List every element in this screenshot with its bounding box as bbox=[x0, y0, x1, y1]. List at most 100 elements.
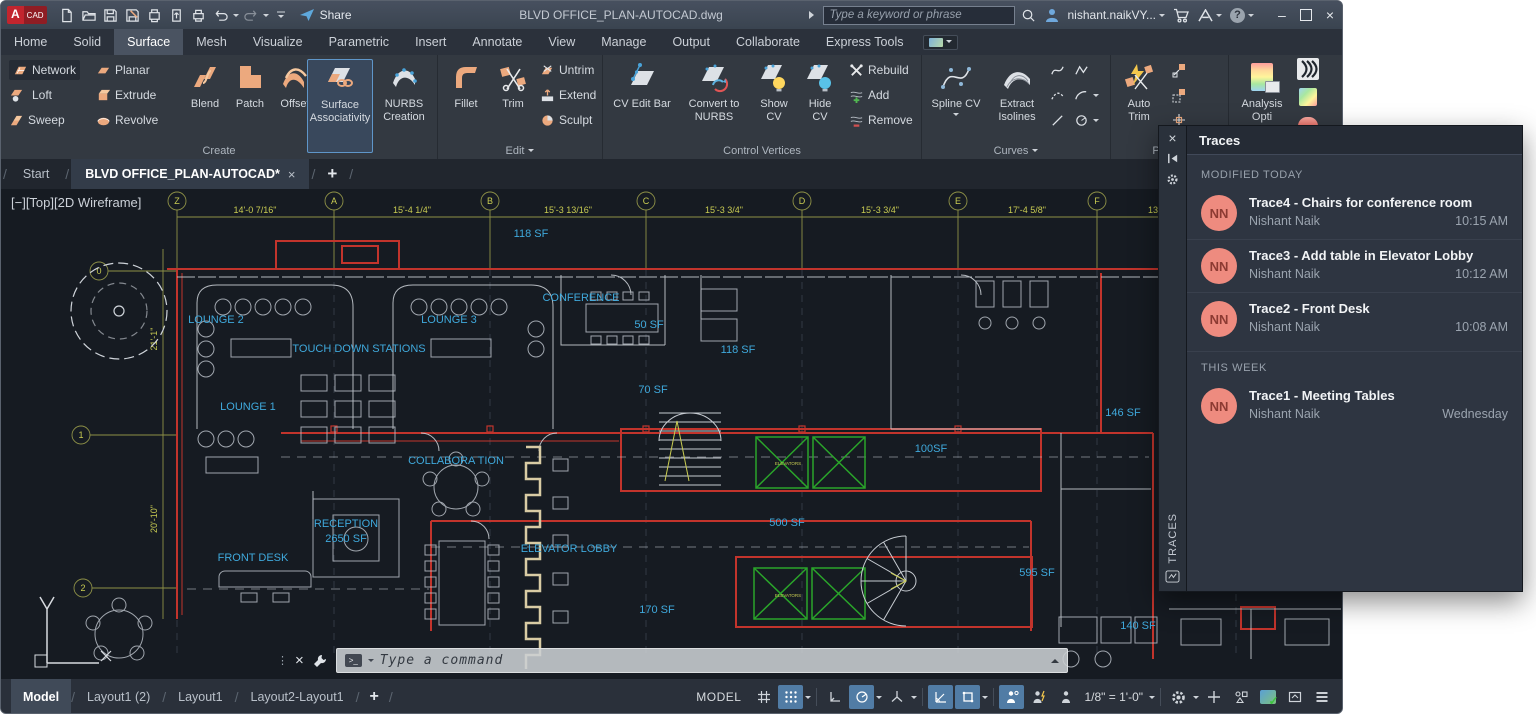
maximize-button[interactable] bbox=[1300, 9, 1312, 21]
autodesk-menu[interactable] bbox=[1198, 9, 1222, 22]
clean-screen-button[interactable] bbox=[1282, 685, 1307, 709]
show-cv-button[interactable]: Show CV bbox=[753, 59, 795, 124]
add-cv-button[interactable]: Add bbox=[849, 85, 889, 105]
polar-dropdown-arrow[interactable] bbox=[876, 696, 882, 702]
analysis-options-button[interactable]: Analysis Opti bbox=[1235, 59, 1289, 124]
tab-solid[interactable]: Solid bbox=[60, 29, 114, 55]
annotation-visibility-toggle[interactable] bbox=[999, 685, 1024, 709]
sweep-button[interactable]: Sweep bbox=[9, 110, 65, 130]
drawing-area[interactable]: [−][Top][2D Wireframe] Z A B bbox=[1, 189, 1343, 679]
search-input[interactable] bbox=[823, 6, 1015, 25]
tab-express-tools[interactable]: Express Tools bbox=[813, 29, 917, 55]
tab-manage[interactable]: Manage bbox=[588, 29, 659, 55]
qat-customize-button[interactable] bbox=[271, 5, 291, 25]
model-space-toggle[interactable]: MODEL bbox=[688, 690, 749, 704]
trace-item[interactable]: NN Trace1 - Meeting Tables Nishant Naik … bbox=[1187, 380, 1522, 432]
redo-button[interactable] bbox=[241, 5, 261, 25]
rebuild-button[interactable]: Rebuild bbox=[849, 60, 909, 80]
planar-button[interactable]: Planar bbox=[96, 60, 150, 80]
tab-surface[interactable]: Surface bbox=[114, 29, 183, 55]
isometric-dropdown-arrow[interactable] bbox=[911, 696, 917, 702]
new-file-button[interactable] bbox=[57, 5, 77, 25]
ortho-toggle[interactable] bbox=[822, 685, 847, 709]
share-button[interactable]: Share bbox=[299, 8, 352, 22]
app-store-cart-icon[interactable] bbox=[1173, 8, 1190, 23]
palette-properties-icon[interactable] bbox=[1166, 173, 1179, 186]
file-tab-drawing[interactable]: BLVD OFFICE_PLAN-AUTOCAD* × bbox=[71, 159, 309, 189]
curve-dotted-button[interactable] bbox=[1050, 85, 1065, 105]
spline-freehand-button[interactable] bbox=[1074, 60, 1089, 80]
extend-button[interactable]: Extend bbox=[540, 85, 596, 105]
annotation-scale-value[interactable]: 1/8" = 1'-0" bbox=[1080, 690, 1147, 704]
circle-flyout-button[interactable] bbox=[1074, 110, 1099, 130]
new-drawing-tab-button[interactable]: + bbox=[317, 164, 347, 184]
arc-flyout-button[interactable] bbox=[1074, 85, 1099, 105]
snap-mode-toggle[interactable] bbox=[778, 685, 803, 709]
tab-mesh[interactable]: Mesh bbox=[183, 29, 240, 55]
workspace-gear-button[interactable] bbox=[1166, 685, 1191, 709]
object-snap-tracking-toggle[interactable] bbox=[928, 685, 953, 709]
isolate-objects-button[interactable] bbox=[1228, 685, 1253, 709]
search-icon[interactable] bbox=[1021, 8, 1036, 23]
command-close-icon[interactable]: × bbox=[295, 652, 304, 669]
project-to-view-button[interactable] bbox=[1171, 85, 1187, 105]
tab-output[interactable]: Output bbox=[659, 29, 723, 55]
close-button[interactable]: × bbox=[1326, 10, 1334, 20]
tab-view[interactable]: View bbox=[535, 29, 588, 55]
panel-curves-footer[interactable]: Curves bbox=[922, 145, 1110, 157]
remove-cv-button[interactable]: Remove bbox=[849, 110, 913, 130]
hide-cv-button[interactable]: Hide CV bbox=[799, 59, 841, 124]
workspace-dropdown-arrow[interactable] bbox=[1193, 696, 1199, 702]
new-layout-button[interactable]: + bbox=[360, 688, 389, 706]
annotation-scale-icon[interactable] bbox=[1053, 685, 1078, 709]
patch-button[interactable]: Patch bbox=[229, 59, 271, 111]
convert-to-nurbs-button[interactable]: Convert to NURBS bbox=[679, 59, 749, 124]
recent-commands-arrow[interactable] bbox=[368, 659, 374, 665]
spline-cv-button[interactable]: Spline CV bbox=[928, 59, 984, 119]
palette-close-icon[interactable]: × bbox=[1168, 130, 1176, 146]
file-tab-start[interactable]: Start bbox=[9, 159, 63, 189]
tab-home[interactable]: Home bbox=[1, 29, 60, 55]
panel-edit-footer[interactable]: Edit bbox=[438, 145, 602, 157]
command-input[interactable]: >_ Type a command bbox=[336, 648, 1068, 673]
palette-autohide-icon[interactable] bbox=[1166, 152, 1179, 165]
help-menu[interactable]: ? bbox=[1230, 8, 1254, 23]
command-grip-icon[interactable]: ⋮ bbox=[277, 654, 289, 667]
crosshair-button[interactable] bbox=[1201, 685, 1226, 709]
plot-button[interactable] bbox=[145, 5, 165, 25]
save-button[interactable] bbox=[101, 5, 121, 25]
extract-isolines-button[interactable]: Extract Isolines bbox=[988, 59, 1046, 124]
palette-display-icon[interactable] bbox=[1165, 570, 1180, 583]
signed-in-user[interactable]: nishant.naikVY... bbox=[1068, 8, 1166, 22]
layout-tab-1[interactable]: Layout1 bbox=[166, 679, 234, 714]
sculpt-button[interactable]: Sculpt bbox=[540, 110, 592, 130]
save-as-button[interactable] bbox=[123, 5, 143, 25]
grid-display-toggle[interactable] bbox=[751, 685, 776, 709]
tab-annotate[interactable]: Annotate bbox=[459, 29, 535, 55]
undo-button[interactable] bbox=[211, 5, 231, 25]
autocad-app-icon[interactable]: A CAD bbox=[7, 6, 47, 24]
open-file-button[interactable] bbox=[79, 5, 99, 25]
publish-button[interactable] bbox=[167, 5, 187, 25]
project-to-ucs-button[interactable] bbox=[1171, 60, 1187, 80]
line-button[interactable] bbox=[1050, 110, 1065, 130]
panel-create-footer[interactable]: Create bbox=[1, 145, 437, 157]
annotation-autoscale-toggle[interactable] bbox=[1026, 685, 1051, 709]
loft-button[interactable]: Loft bbox=[9, 85, 52, 105]
trace-item[interactable]: NN Trace2 - Front Desk Nishant Naik 10:0… bbox=[1187, 292, 1522, 345]
polar-tracking-toggle[interactable] bbox=[849, 685, 874, 709]
zebra-analysis-button[interactable] bbox=[1297, 59, 1319, 79]
isometric-drafting-toggle[interactable] bbox=[884, 685, 909, 709]
ribbon-display-toggle[interactable] bbox=[923, 35, 958, 50]
extrude-button[interactable]: Extrude bbox=[96, 85, 156, 105]
curvature-analysis-button[interactable] bbox=[1299, 87, 1317, 107]
layout-tab-1-2[interactable]: Layout1 (2) bbox=[75, 679, 162, 714]
trim-button[interactable]: Trim bbox=[492, 59, 534, 111]
tab-insert[interactable]: Insert bbox=[402, 29, 459, 55]
nurbs-creation-toggle[interactable]: NURBS Creation bbox=[375, 59, 433, 124]
tab-collaborate[interactable]: Collaborate bbox=[723, 29, 813, 55]
object-snap-dropdown-arrow[interactable] bbox=[982, 696, 988, 702]
layout-tab-model[interactable]: Model bbox=[11, 679, 71, 714]
file-tab-close-icon[interactable]: × bbox=[288, 167, 296, 182]
arc-dropdown[interactable] bbox=[1093, 94, 1099, 100]
